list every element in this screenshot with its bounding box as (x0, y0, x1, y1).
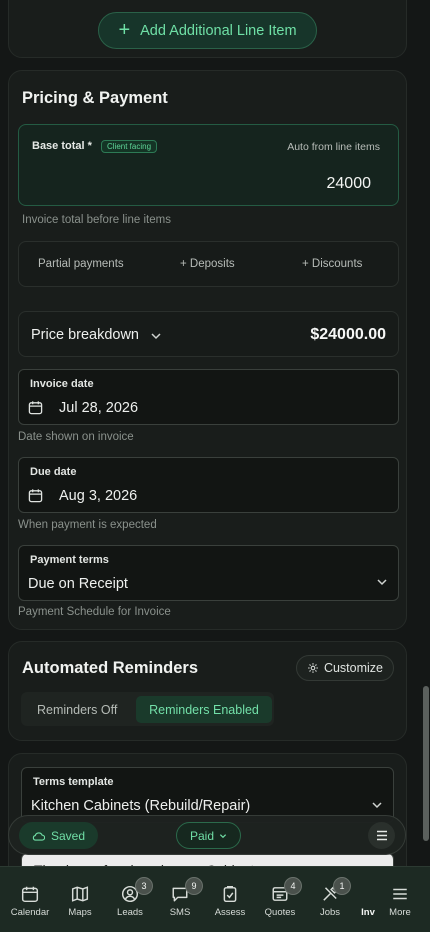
payment-options-row: Partial payments + Deposits + Discounts (18, 241, 399, 287)
payment-terms-select[interactable]: Payment terms Due on Receipt (18, 545, 399, 601)
calendar-icon (28, 489, 43, 503)
client-facing-badge: Client facing (101, 140, 158, 153)
nav-more[interactable]: More (375, 885, 425, 918)
customize-label: Customize (323, 661, 383, 675)
terms-template-label: Terms template (33, 776, 114, 788)
price-breakdown-label: Price breakdown (31, 327, 139, 343)
nav-label: Inv (361, 907, 375, 918)
cloud-icon (32, 831, 45, 841)
reminders-off-option[interactable]: Reminders Off (37, 703, 117, 717)
scrollbar[interactable] (423, 686, 429, 841)
plus-icon: + (118, 18, 131, 41)
payment-terms-hint: Payment Schedule for Invoice (18, 606, 171, 618)
nav-label: More (389, 907, 411, 918)
nav-calendar[interactable]: Calendar (5, 885, 55, 918)
gear-icon (308, 663, 318, 673)
invoice-date-label: Invoice date (30, 378, 94, 390)
payment-terms-label: Payment terms (30, 554, 109, 566)
due-date-label: Due date (30, 466, 77, 478)
add-line-item-button[interactable]: + Add Additional Line Item (98, 12, 317, 49)
add-deposits-button[interactable]: + Deposits (180, 258, 235, 270)
payment-status-dropdown[interactable]: Paid (176, 822, 242, 849)
due-date-value: Aug 3, 2026 (59, 488, 138, 504)
invoice-date-field[interactable]: Invoice date Jul 28, 2026 (18, 369, 399, 425)
pricing-title: Pricing & Payment (22, 89, 168, 107)
invoice-date-value: Jul 28, 2026 (59, 400, 139, 416)
base-total-hint: Invoice total before line items (22, 214, 171, 226)
chevron-down-icon (151, 333, 161, 340)
menu-icon (376, 830, 387, 841)
nav-maps[interactable]: Maps (55, 885, 105, 918)
nav-label: Jobs (319, 907, 341, 918)
reminders-enabled-option[interactable]: Reminders Enabled (136, 696, 272, 723)
quotes-count-badge: 4 (284, 877, 302, 895)
floating-status-bar: Saved Paid (8, 815, 406, 855)
chevron-down-icon (219, 833, 227, 838)
due-date-field[interactable]: Due date Aug 3, 2026 (18, 457, 399, 513)
reminders-toggle: Reminders Off Reminders Enabled (21, 692, 274, 726)
nav-label: Maps (68, 907, 92, 918)
saved-label: Saved (51, 828, 86, 843)
automated-reminders-card: Automated Reminders Customize Reminders … (8, 641, 407, 741)
menu-button[interactable] (368, 822, 395, 849)
nav-assess[interactable]: Assess (205, 885, 255, 918)
nav-leads[interactable]: Leads 3 (105, 877, 155, 918)
chevron-down-icon (372, 802, 382, 809)
calendar-icon (21, 886, 39, 903)
auto-from-line-items-label: Auto from line items (287, 141, 380, 153)
menu-icon (393, 888, 407, 900)
add-line-item-label: Add Additional Line Item (140, 22, 297, 39)
paid-label: Paid (190, 828, 215, 843)
base-total-label: Base total * (32, 140, 92, 152)
nav-sms[interactable]: SMS 9 (155, 877, 205, 918)
price-breakdown-amount: $24000.00 (310, 326, 386, 343)
nav-quotes[interactable]: Quotes 4 (255, 877, 305, 918)
terms-template-value: Kitchen Cabinets (Rebuild/Repair) (31, 798, 251, 814)
payment-terms-value: Due on Receipt (28, 576, 128, 592)
saved-status: Saved (19, 822, 99, 849)
nav-label: Assess (214, 907, 246, 918)
add-discounts-button[interactable]: + Discounts (302, 258, 362, 270)
reminders-title: Automated Reminders (22, 659, 199, 677)
partial-payments-button[interactable]: Partial payments (38, 258, 124, 270)
base-total-value[interactable]: 24000 (327, 175, 372, 193)
nav-label: SMS (169, 907, 191, 918)
sms-count-badge: 9 (185, 877, 203, 895)
invoice-date-hint: Date shown on invoice (18, 431, 134, 443)
nav-label: Leads (117, 907, 143, 918)
nav-label: Calendar (10, 907, 50, 918)
nav-label: Quotes (264, 907, 296, 918)
leads-count-badge: 3 (135, 877, 153, 895)
chevron-down-icon (377, 579, 387, 586)
bottom-nav: Calendar Maps Leads 3 SMS 9 Assess Quote… (0, 866, 430, 932)
customize-reminders-button[interactable]: Customize (295, 655, 394, 681)
price-breakdown-toggle[interactable]: Price breakdown $24000.00 (18, 311, 399, 357)
due-date-hint: When payment is expected (18, 519, 157, 531)
calendar-icon (28, 401, 43, 415)
map-icon (71, 886, 89, 902)
clipboard-icon (223, 885, 237, 903)
pricing-payment-card: Pricing & Payment Base total * Client fa… (8, 70, 407, 630)
base-total-field[interactable]: Base total * Client facing Auto from lin… (18, 124, 399, 206)
